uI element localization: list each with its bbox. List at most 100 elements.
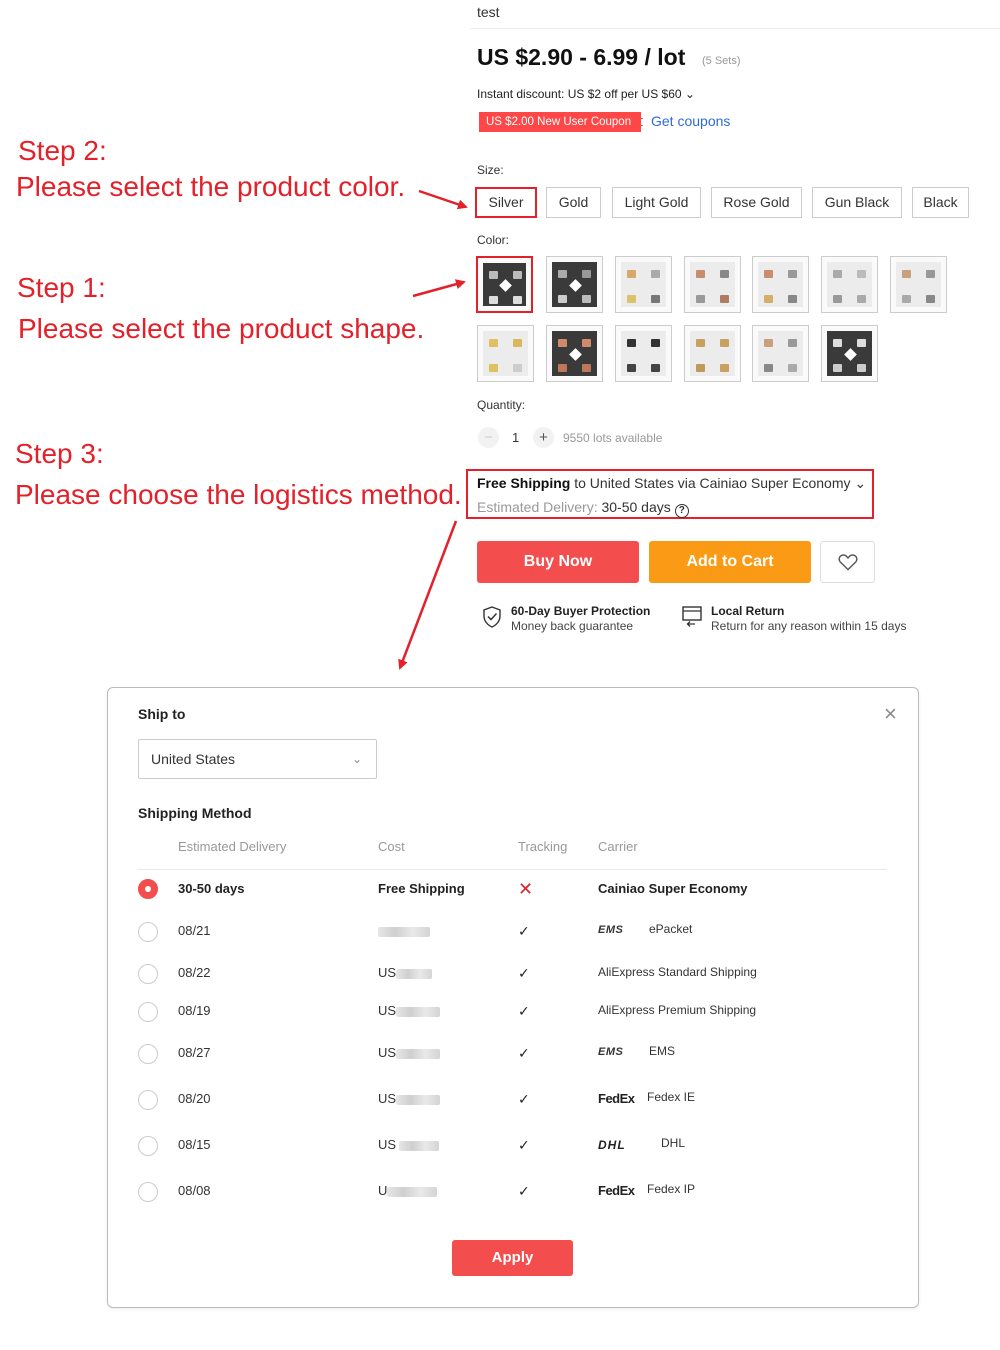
local-return-icon: [682, 606, 702, 627]
product-title: test: [477, 4, 500, 20]
buy-now-button[interactable]: Buy Now: [477, 541, 639, 583]
redacted-price: [378, 926, 430, 937]
chevron-down-icon: ⌄: [351, 752, 362, 766]
shipping-selector[interactable]: Free Shipping to United States via Caini…: [477, 475, 866, 492]
shipping-modal: [107, 687, 919, 1308]
instant-discount[interactable]: Instant discount: US $2 off per US $60 ⌄: [477, 87, 695, 101]
add-to-cart-button[interactable]: Add to Cart: [649, 541, 811, 583]
heart-icon: [838, 554, 858, 571]
shipping-radio-1[interactable]: [138, 922, 158, 942]
carrier-name: AliExpress Standard Shipping: [598, 965, 757, 979]
color-swatch-1[interactable]: [476, 256, 533, 313]
shield-check-icon: [483, 606, 501, 628]
shipping-cost-prefix: US: [378, 965, 397, 980]
size-option-light-gold[interactable]: Light Gold: [612, 187, 701, 218]
shipping-cost: US: [378, 1003, 441, 1018]
tracking-check-icon: ✓: [518, 1003, 530, 1019]
new-user-coupon-badge[interactable]: US $2.00 New User Coupon: [479, 112, 643, 132]
shipping-cost: [378, 923, 430, 938]
step3-text: Please choose the logistics method.: [15, 479, 462, 510]
quantity-increase-button[interactable]: +: [533, 427, 554, 448]
tracking-check-icon: ✓: [518, 923, 530, 939]
free-shipping-label: Free Shipping: [477, 475, 571, 491]
color-swatch-11[interactable]: [684, 325, 741, 382]
redacted-price: [399, 1140, 440, 1151]
delivery-date: 08/20: [178, 1091, 211, 1106]
shipping-cost: US: [378, 965, 433, 980]
col-carrier: Carrier: [598, 839, 638, 854]
col-tracking: Tracking: [518, 839, 568, 854]
color-swatch-6[interactable]: [821, 256, 878, 313]
wishlist-button[interactable]: [820, 541, 875, 583]
color-swatch-5[interactable]: [752, 256, 809, 313]
ship-to-label: Ship to: [138, 706, 186, 722]
quantity-available: 9550 lots available: [563, 431, 663, 445]
quantity-label: Quantity:: [477, 398, 526, 412]
step3-title: Step 3:: [15, 438, 104, 469]
shipping-cost-prefix: US: [378, 1003, 397, 1018]
arrow-to-size: [418, 189, 468, 210]
color-swatch-3[interactable]: [615, 256, 672, 313]
size-option-gold[interactable]: Gold: [546, 187, 601, 218]
carrier-name: EMS: [649, 1044, 676, 1058]
divider: [138, 869, 887, 870]
tracking-check-icon: ✓: [518, 1091, 530, 1107]
estimated-delivery-label: Estimated Delivery:: [477, 499, 602, 515]
local-return-title: Local Return: [711, 604, 785, 618]
color-swatch-2[interactable]: [546, 256, 603, 313]
redacted-price: [396, 1006, 441, 1017]
apply-button[interactable]: Apply: [452, 1240, 573, 1276]
color-swatch-9[interactable]: [546, 325, 603, 382]
redacted-price: [396, 1048, 441, 1059]
size-option-rose-gold[interactable]: Rose Gold: [711, 187, 802, 218]
shipping-radio-4[interactable]: [138, 1044, 158, 1064]
carrier-name: DHL: [661, 1136, 686, 1150]
carrier-name: Fedex IP: [647, 1182, 696, 1196]
color-swatch-12[interactable]: [752, 325, 809, 382]
size-option-gun-black[interactable]: Gun Black: [812, 187, 902, 218]
shipping-cost: U: [378, 1183, 438, 1198]
shipping-radio-3[interactable]: [138, 1002, 158, 1022]
color-swatch-10[interactable]: [615, 325, 672, 382]
tracking-check-icon: ✓: [518, 1045, 530, 1061]
shipping-method-label: Shipping Method: [138, 805, 252, 821]
shipping-cost: Free Shipping: [378, 881, 465, 896]
delivery-date: 30-50 days: [178, 881, 245, 896]
step2-text: Please select the product color.: [16, 171, 406, 202]
country-value: United States: [151, 751, 236, 767]
help-icon[interactable]: ?: [674, 504, 689, 518]
color-swatch-13[interactable]: [821, 325, 878, 382]
fedex-logo: FedEx: [598, 1091, 635, 1106]
color-swatch-8[interactable]: [477, 325, 534, 382]
shipping-cost: US: [378, 1137, 440, 1152]
shipping-radio-0[interactable]: [138, 879, 158, 899]
step2-title: Step 2:: [18, 135, 107, 166]
col-cost: Cost: [378, 839, 405, 854]
get-coupons-link[interactable]: Get coupons: [651, 113, 730, 129]
shipping-radio-5[interactable]: [138, 1090, 158, 1110]
quantity-value[interactable]: 1: [512, 430, 519, 445]
delivery-date: 08/27: [178, 1045, 211, 1060]
quantity-decrease-button[interactable]: −: [478, 427, 499, 448]
color-swatch-7[interactable]: [890, 256, 947, 313]
size-option-silver[interactable]: Silver: [475, 187, 537, 218]
carrier-name: Cainiao Super Economy: [598, 881, 748, 896]
estimated-delivery-days: 30-50 days: [601, 499, 671, 515]
price-note: (5 Sets): [702, 55, 741, 67]
shipping-radio-7[interactable]: [138, 1182, 158, 1202]
step1-text: Please select the product shape.: [18, 313, 425, 344]
fedex-logo: FedEx: [598, 1183, 635, 1198]
country-select[interactable]: United States ⌄: [138, 739, 377, 779]
shipping-radio-2[interactable]: [138, 964, 158, 984]
close-icon[interactable]: ×: [884, 703, 897, 725]
delivery-date: 08/08: [178, 1183, 211, 1198]
color-swatch-4[interactable]: [684, 256, 741, 313]
size-label: Size:: [477, 163, 504, 177]
step1-title: Step 1:: [17, 272, 106, 303]
buyer-protection-subtitle: Money back guarantee: [511, 619, 634, 633]
color-label: Color:: [477, 233, 510, 247]
shipping-radio-6[interactable]: [138, 1136, 158, 1156]
delivery-date: 08/21: [178, 923, 211, 938]
estimated-delivery: Estimated Delivery: 30-50 days?: [477, 499, 689, 518]
size-option-black[interactable]: Black: [912, 187, 969, 218]
